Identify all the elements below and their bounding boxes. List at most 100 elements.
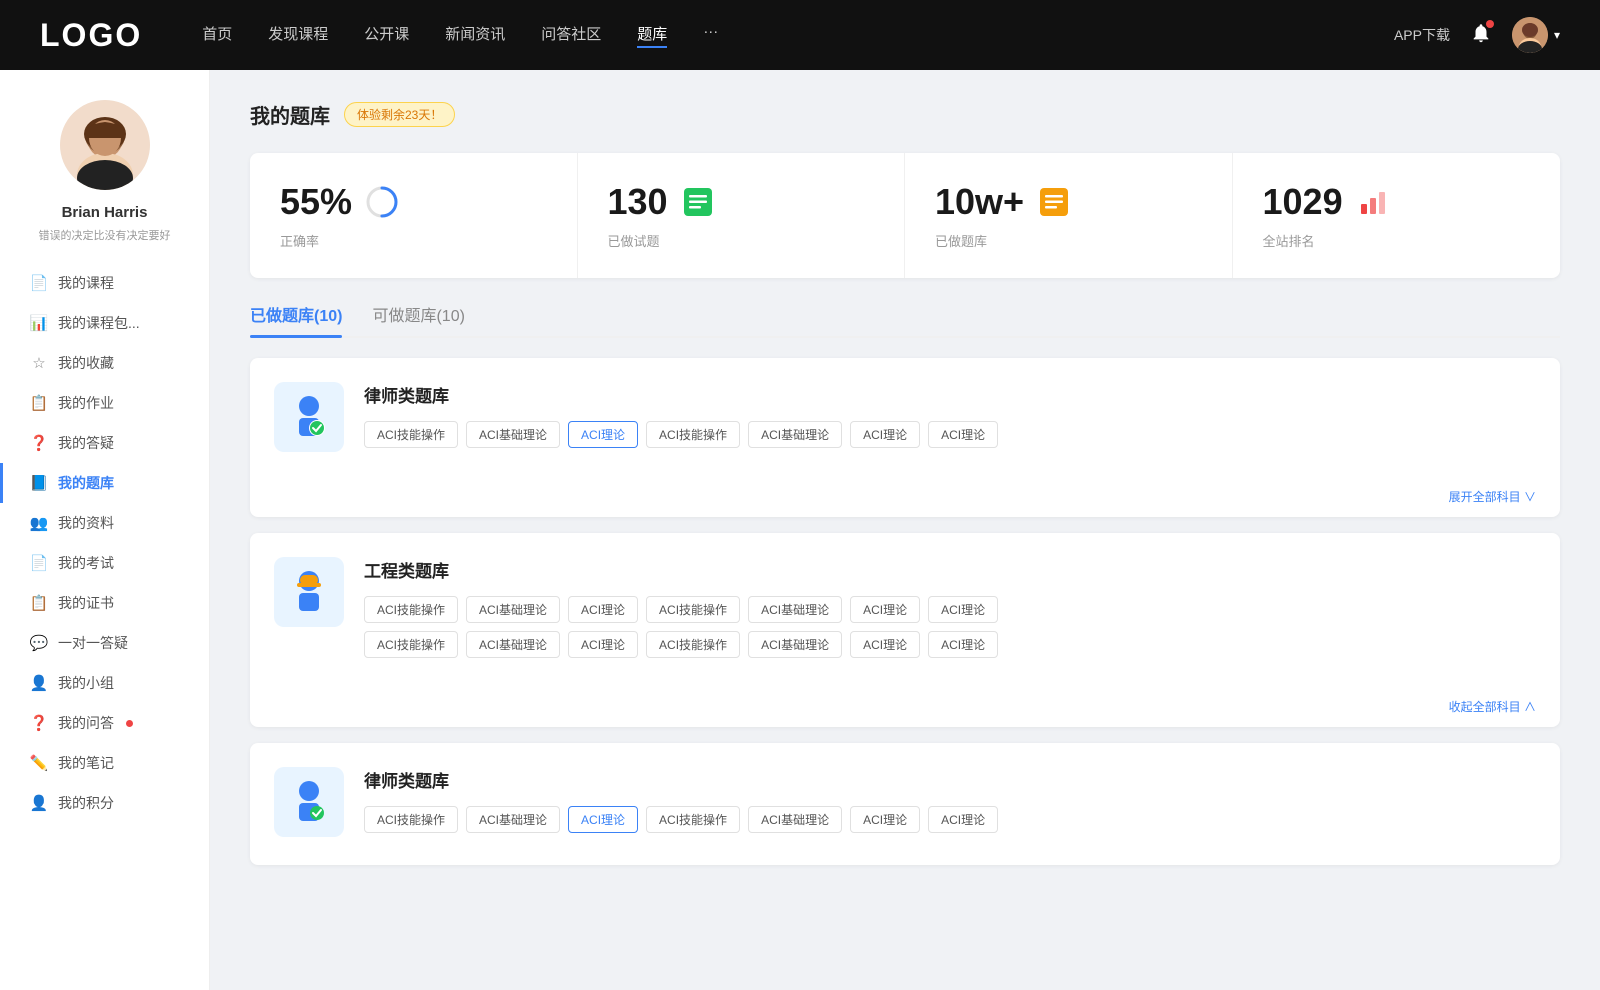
sidebar-item-my-exam[interactable]: 📄 我的考试 <box>0 543 209 583</box>
l2tag-6[interactable]: ACI理论 <box>928 806 998 833</box>
trial-badge: 体验剩余23天！ <box>344 102 455 127</box>
sidebar-item-1to1-qa[interactable]: 💬 一对一答疑 <box>0 623 209 663</box>
stat-done-banks: 10w+ 已做题库 <box>905 153 1233 278</box>
tags-row-lawyer-2: ACI技能操作 ACI基础理论 ACI理论 ACI技能操作 ACI基础理论 AC… <box>364 806 1536 833</box>
qbank-lawyer-icon-1 <box>274 382 344 452</box>
sidebar-avatar <box>60 100 150 190</box>
l2tag-1[interactable]: ACI基础理论 <box>466 806 560 833</box>
tag-3-lawyer-1[interactable]: ACI技能操作 <box>646 421 740 448</box>
stat-label-done-banks: 已做题库 <box>935 231 1202 250</box>
navbar-right: APP下载 ▾ <box>1394 17 1560 53</box>
my-course-icon: 📄 <box>30 274 48 292</box>
sidebar-item-certificate[interactable]: 📋 我的证书 <box>0 583 209 623</box>
sidebar-user-name: Brian Harris <box>62 204 148 221</box>
sidebar-motto: 错误的决定比没有决定要好 <box>29 227 181 243</box>
etag2-1[interactable]: ACI基础理论 <box>466 631 560 658</box>
tag-0-lawyer-1[interactable]: ACI技能操作 <box>364 421 458 448</box>
l2tag-3[interactable]: ACI技能操作 <box>646 806 740 833</box>
sidebar-item-my-question[interactable]: ❓ 我的问答 <box>0 703 209 743</box>
nav-open-course[interactable]: 公开课 <box>364 23 409 48</box>
sidebar-item-my-data[interactable]: 👥 我的资料 <box>0 503 209 543</box>
sidebar-item-homework[interactable]: 📋 我的作业 <box>0 383 209 423</box>
qbank-icon: 📘 <box>30 474 48 492</box>
sidebar-item-qbank[interactable]: 📘 我的题库 <box>0 463 209 503</box>
user-avatar-menu[interactable]: ▾ <box>1512 17 1560 53</box>
qbank-lawyer-icon-2 <box>274 767 344 837</box>
my-points-icon: 👤 <box>30 794 48 812</box>
stat-value-done-banks: 10w+ <box>935 181 1024 223</box>
logo: LOGO <box>40 17 142 54</box>
nav-news[interactable]: 新闻资讯 <box>445 23 505 48</box>
qbank-body-lawyer-1: 律师类题库 ACI技能操作 ACI基础理论 ACI理论 ACI技能操作 ACI基… <box>364 382 1536 456</box>
bar-chart-icon <box>1355 184 1391 220</box>
list-orange-icon <box>1036 184 1072 220</box>
nav-menu: 首页 发现课程 公开课 新闻资讯 问答社区 题库 ··· <box>202 23 1394 48</box>
tag-5-lawyer-1[interactable]: ACI理论 <box>850 421 920 448</box>
collapse-engineer[interactable]: 收起全部科目 ∧ <box>250 690 1560 727</box>
page-header: 我的题库 体验剩余23天！ <box>250 100 1560 129</box>
stat-value-correct-rate: 55% <box>280 181 352 223</box>
etag-0[interactable]: ACI技能操作 <box>364 596 458 623</box>
qbank-card-engineer: 工程类题库 ACI技能操作 ACI基础理论 ACI理论 ACI技能操作 ACI基… <box>250 533 1560 727</box>
tag-2-lawyer-1[interactable]: ACI理论 <box>568 421 638 448</box>
sidebar-item-my-group[interactable]: 👤 我的小组 <box>0 663 209 703</box>
my-notes-icon: ✏️ <box>30 754 48 772</box>
l2tag-4[interactable]: ACI基础理论 <box>748 806 842 833</box>
notification-bell[interactable] <box>1470 22 1492 49</box>
etag2-4[interactable]: ACI基础理论 <box>748 631 842 658</box>
etag2-3[interactable]: ACI技能操作 <box>646 631 740 658</box>
tags-row2-engineer: ACI技能操作 ACI基础理论 ACI理论 ACI技能操作 ACI基础理论 AC… <box>364 631 1536 658</box>
sidebar-item-my-points[interactable]: 👤 我的积分 <box>0 783 209 823</box>
sidebar: Brian Harris 错误的决定比没有决定要好 📄 我的课程 📊 我的课程包… <box>0 70 210 990</box>
expand-lawyer-1[interactable]: 展开全部科目 ∨ <box>250 480 1560 517</box>
sidebar-item-my-course[interactable]: 📄 我的课程 <box>0 263 209 303</box>
sidebar-item-my-notes[interactable]: ✏️ 我的笔记 <box>0 743 209 783</box>
l2tag-0[interactable]: ACI技能操作 <box>364 806 458 833</box>
etag2-5[interactable]: ACI理论 <box>850 631 920 658</box>
etag2-6[interactable]: ACI理论 <box>928 631 998 658</box>
qbank-body-engineer: 工程类题库 ACI技能操作 ACI基础理论 ACI理论 ACI技能操作 ACI基… <box>364 557 1536 666</box>
l2tag-2[interactable]: ACI理论 <box>568 806 638 833</box>
tags-row1-engineer: ACI技能操作 ACI基础理论 ACI理论 ACI技能操作 ACI基础理论 AC… <box>364 596 1536 623</box>
qbank-title-lawyer-1: 律师类题库 <box>364 382 1536 407</box>
sidebar-item-my-qa[interactable]: ❓ 我的答疑 <box>0 423 209 463</box>
etag-5[interactable]: ACI理论 <box>850 596 920 623</box>
etag2-0[interactable]: ACI技能操作 <box>364 631 458 658</box>
tag-6-lawyer-1[interactable]: ACI理论 <box>928 421 998 448</box>
qbank-engineer-icon <box>274 557 344 627</box>
qbank-body-lawyer-2: 律师类题库 ACI技能操作 ACI基础理论 ACI理论 ACI技能操作 ACI基… <box>364 767 1536 841</box>
chevron-down-icon: ▾ <box>1554 28 1560 42</box>
my-group-icon: 👤 <box>30 674 48 692</box>
main-content: 我的题库 体验剩余23天！ 55% 正确率 <box>210 70 1600 990</box>
course-pkg-icon: 📊 <box>30 314 48 332</box>
etag-1[interactable]: ACI基础理论 <box>466 596 560 623</box>
nav-qa[interactable]: 问答社区 <box>541 23 601 48</box>
etag-2[interactable]: ACI理论 <box>568 596 638 623</box>
app-download-link[interactable]: APP下载 <box>1394 25 1450 45</box>
tag-4-lawyer-1[interactable]: ACI基础理论 <box>748 421 842 448</box>
nav-home[interactable]: 首页 <box>202 23 232 48</box>
1to1-qa-icon: 💬 <box>30 634 48 652</box>
nav-more[interactable]: ··· <box>703 23 718 48</box>
etag-3[interactable]: ACI技能操作 <box>646 596 740 623</box>
stat-label-done-questions: 已做试题 <box>608 231 875 250</box>
etag-4[interactable]: ACI基础理论 <box>748 596 842 623</box>
etag-6[interactable]: ACI理论 <box>928 596 998 623</box>
tabs-row: 已做题库(10) 可做题库(10) <box>250 302 1560 338</box>
qbank-card-lawyer-2: 律师类题库 ACI技能操作 ACI基础理论 ACI理论 ACI技能操作 ACI基… <box>250 743 1560 865</box>
stat-correct-rate: 55% 正确率 <box>250 153 578 278</box>
sidebar-menu: 📄 我的课程 📊 我的课程包... ☆ 我的收藏 📋 我的作业 ❓ 我的答疑 📘 <box>0 263 209 823</box>
sidebar-item-course-pkg[interactable]: 📊 我的课程包... <box>0 303 209 343</box>
my-question-icon: ❓ <box>30 714 48 732</box>
nav-qbank[interactable]: 题库 <box>637 23 667 48</box>
etag2-2[interactable]: ACI理论 <box>568 631 638 658</box>
page-title: 我的题库 <box>250 100 330 129</box>
nav-discover[interactable]: 发现课程 <box>268 23 328 48</box>
tab-available-banks[interactable]: 可做题库(10) <box>372 302 464 336</box>
stats-row: 55% 正确率 130 <box>250 153 1560 278</box>
tab-done-banks[interactable]: 已做题库(10) <box>250 302 342 336</box>
stat-site-rank: 1029 全站排名 <box>1233 153 1561 278</box>
l2tag-5[interactable]: ACI理论 <box>850 806 920 833</box>
tag-1-lawyer-1[interactable]: ACI基础理论 <box>466 421 560 448</box>
sidebar-item-favorites[interactable]: ☆ 我的收藏 <box>0 343 209 383</box>
